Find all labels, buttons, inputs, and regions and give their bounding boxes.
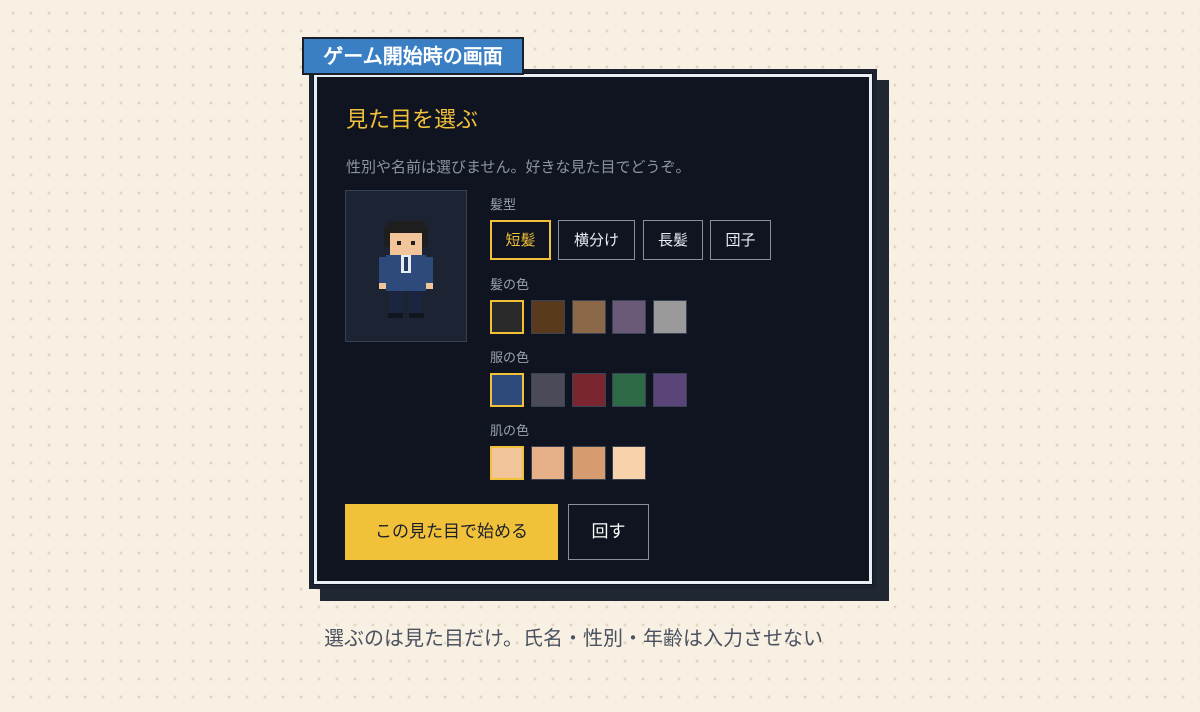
- skin-color-swatch[interactable]: [612, 446, 646, 480]
- hair-color-label: 髪の色: [490, 278, 530, 293]
- hair-style-option-side-part[interactable]: 横分け: [558, 220, 635, 260]
- skin-color-label: 肌の色: [490, 424, 530, 439]
- hair-style-option-bun[interactable]: 団子: [710, 220, 771, 260]
- clothes-color-swatch[interactable]: [612, 373, 646, 407]
- hair-style-option-short[interactable]: 短髪: [490, 220, 551, 260]
- frame-label: ゲーム開始時の画面: [302, 37, 524, 75]
- hair-style-option-long[interactable]: 長髪: [643, 220, 703, 260]
- clothes-color-swatch[interactable]: [572, 373, 606, 407]
- dialog-title: 見た目を選ぶ: [346, 108, 479, 133]
- character-sprite-icon: [379, 221, 433, 318]
- clothes-color-swatch[interactable]: [490, 373, 524, 407]
- dialog-description: 性別や名前は選びません。好きな見た目でどうぞ。: [346, 158, 691, 176]
- clothes-color-swatch[interactable]: [531, 373, 565, 407]
- start-with-look-button[interactable]: この見た目で始める: [345, 504, 558, 560]
- caption: 選ぶのは見た目だけ。氏名・性別・年齢は入力させない: [324, 626, 823, 650]
- spin-button[interactable]: 回す: [568, 504, 649, 560]
- skin-color-swatch[interactable]: [572, 446, 606, 480]
- character-preview: [345, 190, 467, 342]
- skin-color-swatch[interactable]: [531, 446, 565, 480]
- hair-color-swatch[interactable]: [653, 300, 687, 334]
- hair-style-label: 髪型: [490, 198, 517, 213]
- hair-color-swatch[interactable]: [490, 300, 524, 334]
- skin-color-swatch[interactable]: [490, 446, 524, 480]
- clothes-color-swatch[interactable]: [653, 373, 687, 407]
- clothes-color-label: 服の色: [490, 351, 530, 366]
- hair-color-swatch[interactable]: [531, 300, 565, 334]
- hair-color-swatch[interactable]: [612, 300, 646, 334]
- hair-color-swatch[interactable]: [572, 300, 606, 334]
